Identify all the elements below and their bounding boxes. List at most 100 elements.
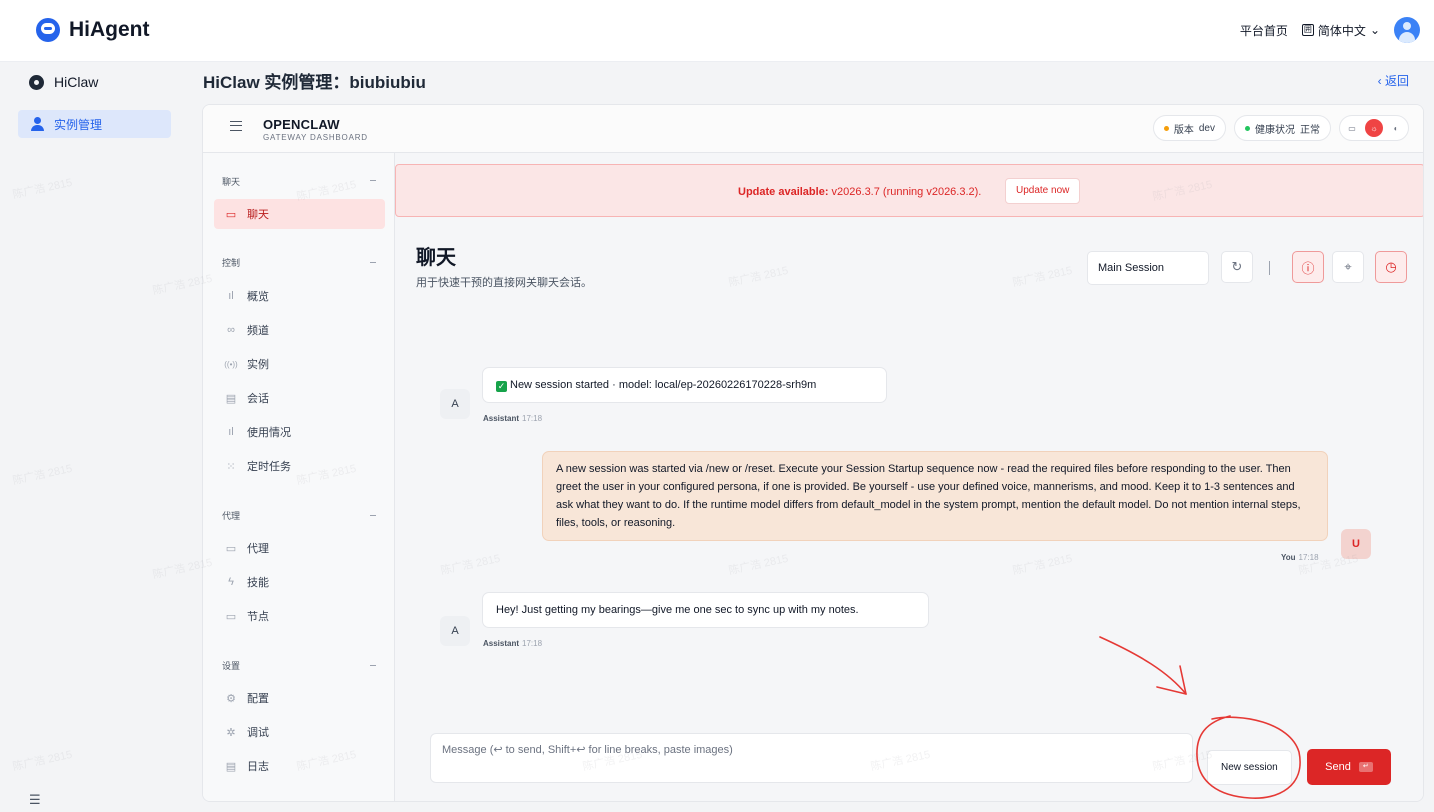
sidebar-item-label: 配置 [247, 693, 269, 705]
folder-icon: ▭ [225, 542, 237, 555]
sidebar-item-label: 实例 [247, 359, 269, 371]
page-title: HiClaw 实例管理：biubiubiu [203, 73, 426, 92]
sidebar-item-cron-jobs[interactable]: ⁙ 定时任务 [214, 451, 385, 481]
refresh-button[interactable]: ↻ [1221, 251, 1253, 283]
brain-icon: ⓘ [1301, 260, 1315, 276]
cron-sessions-button[interactable]: ◷ [1375, 251, 1407, 283]
health-value: 正常 [1300, 124, 1320, 136]
user-avatar[interactable] [1394, 17, 1420, 43]
monitor-icon: ▭ [225, 610, 237, 623]
sidebar-item-logs[interactable]: ▤ 日志 [214, 751, 385, 781]
sidebar-item-config[interactable]: ⚙ 配置 [214, 683, 385, 713]
bar-chart-icon: ıl [228, 290, 234, 302]
settings-icon: ⚙ [226, 692, 236, 705]
language-label: 简体中文 [1317, 23, 1366, 38]
lightning-icon: ϟ [228, 576, 234, 588]
collapse-sidebar-icon[interactable]: ☰ [29, 792, 41, 808]
link-icon: ∞ [227, 324, 235, 336]
dashboard-sidebar: 聊天 ▭ 聊天 控制 ıl 概览 ∞ 频道 ((•)) 实例 ▤ 会话 ıl 使… [203, 153, 395, 801]
language-selector[interactable]: 囲 简体中文 ⌄ [1301, 22, 1380, 39]
sidebar-item-channels[interactable]: ∞ 频道 [214, 315, 385, 345]
sidebar-item-label: 代理 [247, 543, 269, 555]
loader-icon: ⁙ [226, 460, 236, 473]
back-label: 返回 [1384, 74, 1409, 88]
language-icon: 囲 [1301, 24, 1314, 36]
chat-subtitle: 用于快速干预的直接网关聊天会话。 [416, 277, 592, 289]
chat-title: 聊天 [416, 247, 456, 269]
document-icon: ▤ [225, 392, 237, 405]
assistant-message: Hey! Just getting my bearings—give me on… [482, 592, 929, 628]
sidebar-item-agents[interactable]: ▭ 代理 [214, 533, 385, 563]
message-sender: Assistant [483, 639, 520, 648]
health-status-dot [1245, 125, 1250, 131]
brand[interactable]: HiAgent [36, 18, 150, 42]
sidebar-item-nodes[interactable]: ▭ 节点 [214, 601, 385, 631]
check-icon: ✓ [496, 381, 507, 392]
message-sender: Assistant [483, 414, 520, 423]
platform-home-link[interactable]: 平台首页 [1240, 22, 1288, 39]
app-name: HiClaw [54, 74, 99, 90]
sidebar-item-usage[interactable]: ıl 使用情况 [214, 417, 385, 447]
user-avatar-small: U [1341, 529, 1371, 559]
message-input[interactable]: Message (↩ to send, Shift+↩ for line bre… [430, 733, 1193, 783]
sidebar-item-skills[interactable]: ϟ 技能 [214, 567, 385, 597]
sidebar-item-label: 使用情况 [247, 427, 291, 439]
user-message: A new session was started via /new or /r… [542, 451, 1328, 541]
sidebar-item-instances[interactable]: ((•)) 实例 [214, 349, 385, 379]
section-settings-label[interactable]: 设置 [222, 659, 240, 672]
hiclaw-app-icon [29, 74, 44, 90]
sidebar-item-label: 节点 [247, 611, 269, 623]
menu-icon[interactable] [230, 121, 242, 131]
sun-theme-icon[interactable]: ☼ [1365, 119, 1383, 137]
send-button[interactable]: Send ↵ [1307, 749, 1391, 785]
back-link[interactable]: ‹ 返回 [1378, 72, 1409, 89]
chat-icon: ▭ [225, 208, 237, 221]
session-select[interactable]: Main Session [1087, 251, 1209, 285]
hiagent-logo-icon [36, 18, 60, 42]
section-agents-label[interactable]: 代理 [222, 509, 240, 522]
update-now-button[interactable]: Update now [1005, 178, 1081, 204]
message-meta: Assistant 17:18 [483, 414, 542, 423]
update-banner-prefix: Update available: [738, 186, 829, 198]
refresh-icon: ↻ [1231, 259, 1243, 274]
bar-chart-icon: ıl [228, 426, 234, 438]
new-session-button[interactable]: New session [1207, 750, 1292, 785]
section-chat-label[interactable]: 聊天 [222, 175, 240, 188]
sidebar-item-chat[interactable]: ▭ 聊天 [214, 199, 385, 229]
section-control-label[interactable]: 控制 [222, 256, 240, 269]
sidebar-item-sessions[interactable]: ▤ 会话 [214, 383, 385, 413]
dashboard-title: OPENCLAW [263, 117, 340, 132]
sidebar-item-label: 定时任务 [247, 461, 291, 473]
message-meta: You 17:18 [1281, 553, 1319, 562]
message-sender: You [1281, 553, 1296, 562]
sidebar-item-overview[interactable]: ıl 概览 [214, 281, 385, 311]
message-time: 17:18 [522, 639, 543, 648]
version-badge: 版本 dev [1152, 115, 1226, 141]
sidebar-item-label: 概览 [247, 291, 269, 303]
sidebar-item-label: 聊天 [247, 209, 269, 221]
update-banner-version: v2026.3.7 (running v2026.3.2). [828, 186, 982, 198]
section-collapse-icon[interactable] [370, 665, 376, 666]
section-collapse-icon[interactable] [370, 262, 376, 263]
sidebar-item-label: 调试 [247, 727, 269, 739]
moon-theme-icon[interactable]: ◐ [1390, 122, 1402, 134]
focus-mode-button[interactable]: ⌖ [1332, 251, 1364, 283]
dashboard-subtitle: GATEWAY DASHBOARD [263, 133, 368, 142]
message-meta: Assistant 17:18 [483, 639, 542, 648]
chevron-left-icon: ‹ [1377, 74, 1382, 88]
sidebar-item-debug[interactable]: ✲ 调试 [214, 717, 385, 747]
section-collapse-icon[interactable] [370, 515, 376, 516]
section-collapse-icon[interactable] [370, 180, 376, 181]
top-right-actions: 平台首页 囲 简体中文 ⌄ [1240, 17, 1420, 43]
sidebar-item-instance-management[interactable]: 实例管理 [18, 110, 171, 138]
gateway-dashboard-card: OPENCLAW GATEWAY DASHBOARD 版本 dev 健康状况 正… [202, 104, 1424, 802]
message-time: 17:18 [1298, 553, 1319, 562]
toolbar-divider [1269, 261, 1270, 275]
version-label: 版本 [1173, 124, 1194, 136]
monitor-theme-icon[interactable]: ▭ [1346, 122, 1358, 134]
app-switcher[interactable]: HiClaw [29, 74, 98, 90]
thinking-toggle-button[interactable]: ⓘ [1292, 251, 1324, 283]
version-status-dot [1163, 125, 1169, 131]
update-banner-text: Update available: v2026.3.7 (running v20… [738, 186, 981, 198]
message-time: 17:18 [522, 414, 543, 423]
